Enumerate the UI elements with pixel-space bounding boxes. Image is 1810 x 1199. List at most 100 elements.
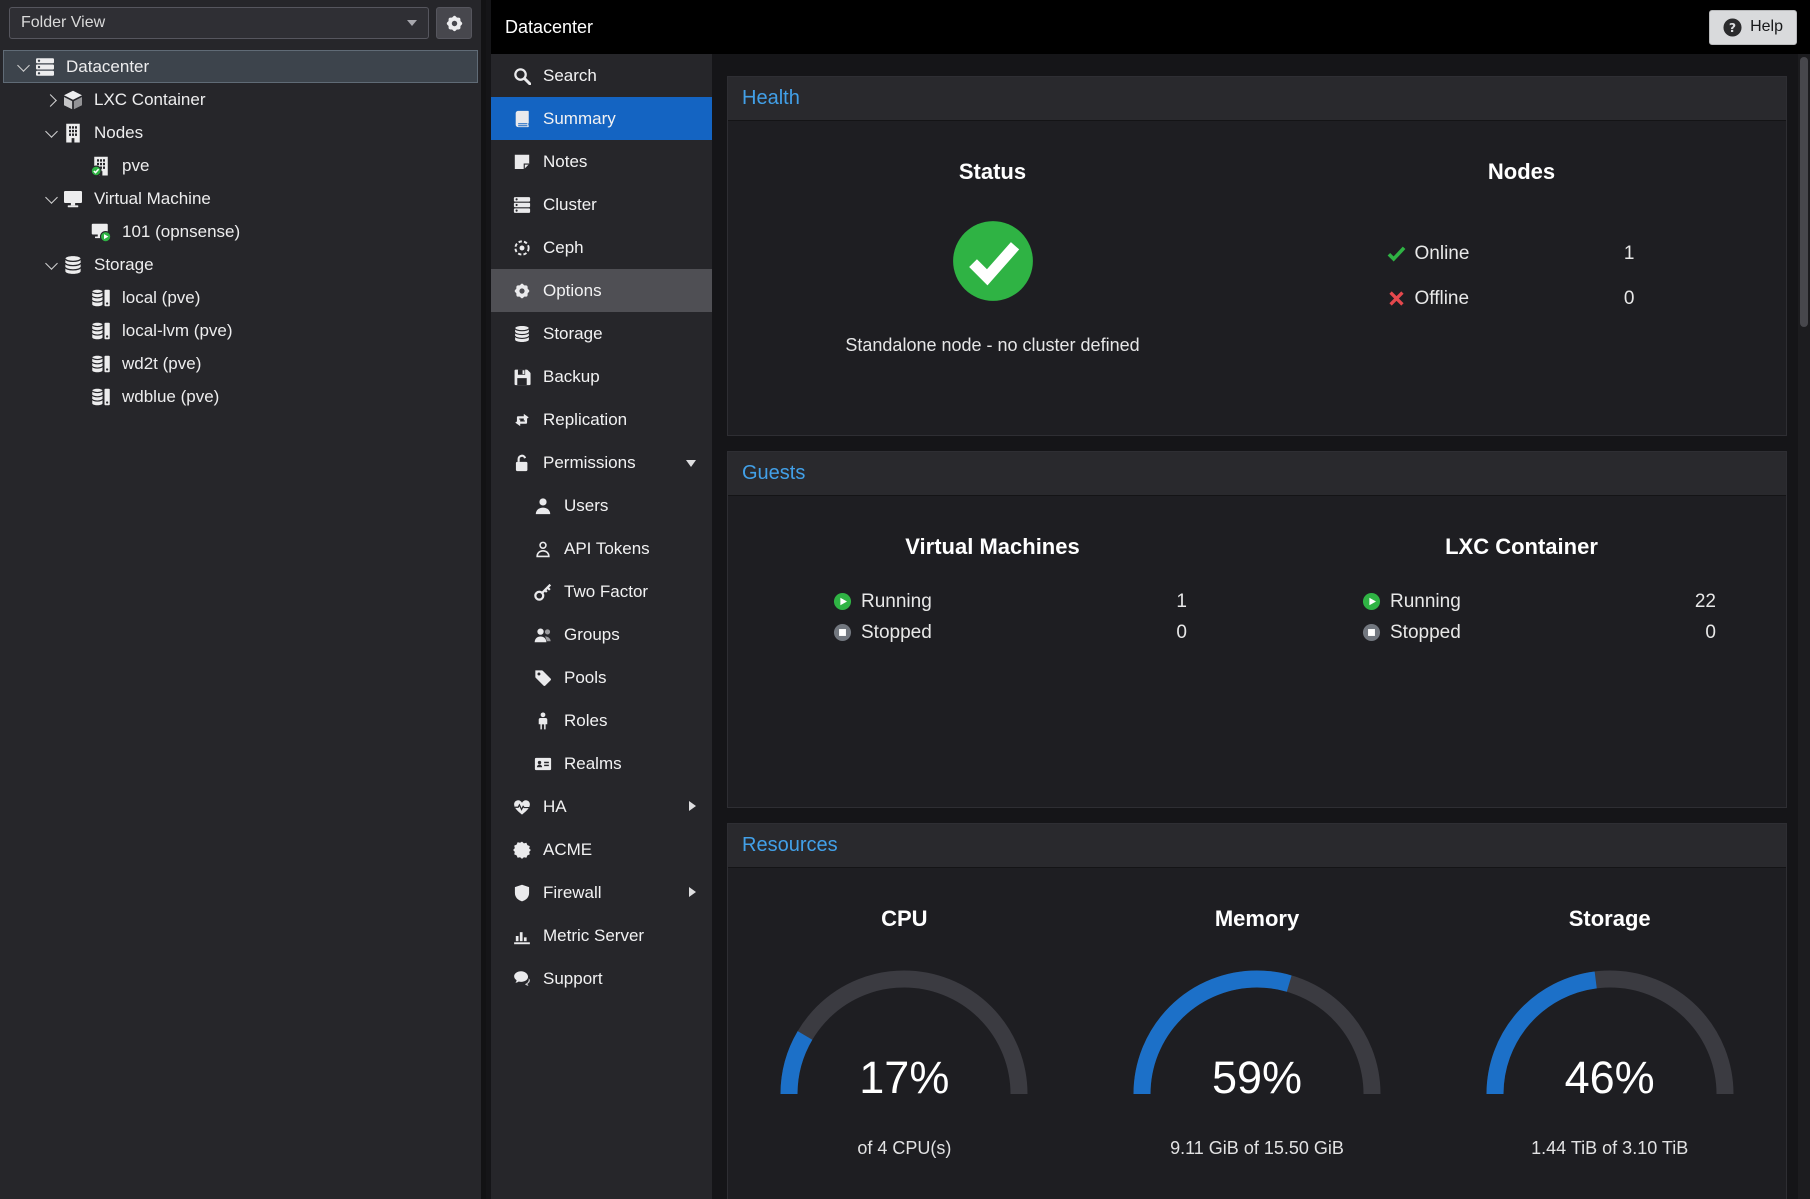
vm-stopped-row: Stopped 0	[833, 617, 1187, 648]
resource-tree-panel: Folder View Datacenter LXC Container Nod…	[0, 0, 486, 1199]
menu-item-label: Two Factor	[564, 582, 648, 602]
tree-item-label: Datacenter	[66, 57, 149, 77]
comments-icon	[513, 970, 531, 988]
vm-running-row: Running 1	[833, 586, 1187, 617]
expander-expanded-icon[interactable]	[15, 58, 33, 76]
menu-item-label: Storage	[543, 324, 603, 344]
expander-spacer	[71, 157, 89, 175]
play-circle-icon	[833, 592, 852, 611]
menu-item-storage[interactable]: Storage	[491, 312, 712, 355]
tree-item-storage[interactable]: Storage	[3, 248, 478, 281]
menu-item-roles[interactable]: Roles	[491, 699, 712, 742]
tree-item-pve[interactable]: pve	[3, 149, 478, 182]
cpu-resource-column: CPU 17% of 4 CPU(s)	[728, 868, 1081, 1159]
tree-item-label: 101 (opnsense)	[122, 222, 240, 242]
menu-item-label: Users	[564, 496, 608, 516]
menu-item-realms[interactable]: Realms	[491, 742, 712, 785]
menu-item-notes[interactable]: Notes	[491, 140, 712, 183]
menu-item-options[interactable]: Options	[491, 269, 712, 312]
summary-content: Health Status Standalone node - no clust…	[712, 54, 1810, 1199]
menu-item-firewall[interactable]: Firewall	[491, 871, 712, 914]
help-button[interactable]: Help	[1709, 10, 1797, 45]
menu-item-label: Summary	[543, 109, 616, 129]
guests-panel-title: Guests	[728, 452, 1786, 496]
tree-item-local[interactable]: local (pve)	[3, 281, 478, 314]
storage-drive-icon	[91, 288, 111, 308]
menu-item-permissions[interactable]: Permissions	[491, 441, 712, 484]
tree-item-lxc-container[interactable]: LXC Container	[3, 83, 478, 116]
nodes-online-value: 1	[1624, 243, 1657, 265]
lxc-stopped-value: 0	[1705, 622, 1716, 644]
expander-expanded-icon[interactable]	[43, 124, 61, 142]
menu-item-users[interactable]: Users	[491, 484, 712, 527]
desktop-icon	[63, 189, 83, 209]
menu-item-backup[interactable]: Backup	[491, 355, 712, 398]
tree-item-label: pve	[122, 156, 149, 176]
datacenter-menu: Search Summary Notes Cluster Ceph Option…	[491, 54, 712, 1199]
menu-item-label: Ceph	[543, 238, 584, 258]
menu-item-search[interactable]: Search	[491, 54, 712, 97]
page-title: Datacenter	[505, 17, 593, 38]
view-mode-selector[interactable]: Folder View	[9, 7, 429, 39]
heartbeat-icon	[513, 798, 531, 816]
cpu-percent: 17%	[769, 1052, 1039, 1104]
tree-item-wdblue[interactable]: wdblue (pve)	[3, 380, 478, 413]
unlock-icon	[513, 454, 531, 472]
menu-item-label: Pools	[564, 668, 607, 688]
tree-toolbar: Folder View	[0, 0, 481, 46]
expander-expanded-icon[interactable]	[43, 190, 61, 208]
tree-item-nodes[interactable]: Nodes	[3, 116, 478, 149]
storage-resource-column: Storage 46% 1.44 TiB of 3.10 TiB	[1433, 868, 1786, 1159]
tree-item-101-opnsense[interactable]: 101 (opnsense)	[3, 215, 478, 248]
stop-circle-icon	[833, 623, 852, 642]
health-status-column: Status Standalone node - no cluster defi…	[728, 121, 1257, 356]
virtual-machines-heading: Virtual Machines	[905, 534, 1079, 560]
lxc-running-value: 22	[1695, 591, 1716, 613]
menu-item-summary[interactable]: Summary	[491, 97, 712, 140]
menu-item-groups[interactable]: Groups	[491, 613, 712, 656]
menu-item-label: Roles	[564, 711, 607, 731]
menu-item-ha[interactable]: HA	[491, 785, 712, 828]
menu-item-label: HA	[543, 797, 567, 817]
menu-item-pools[interactable]: Pools	[491, 656, 712, 699]
question-circle-icon	[1723, 18, 1742, 37]
memory-percent: 59%	[1122, 1052, 1392, 1104]
expander-collapsed-icon[interactable]	[43, 91, 61, 109]
status-heading: Status	[959, 159, 1026, 185]
lxc-container-heading: LXC Container	[1445, 534, 1598, 560]
menu-item-support[interactable]: Support	[491, 957, 712, 1000]
health-panel: Health Status Standalone node - no clust…	[727, 76, 1787, 436]
menu-item-api-tokens[interactable]: API Tokens	[491, 527, 712, 570]
expander-spacer	[71, 223, 89, 241]
cube-icon	[63, 90, 83, 110]
menu-item-cluster[interactable]: Cluster	[491, 183, 712, 226]
menu-item-acme[interactable]: ACME	[491, 828, 712, 871]
menu-item-label: Search	[543, 66, 597, 86]
virtual-machines-column: Virtual Machines Running 1 Stopped	[728, 496, 1257, 648]
scrollbar-track[interactable]	[1798, 54, 1810, 1199]
tree-item-datacenter[interactable]: Datacenter	[3, 50, 478, 83]
menu-item-label: Support	[543, 969, 603, 989]
menu-item-label: Metric Server	[543, 926, 644, 946]
replication-icon	[513, 411, 531, 429]
tree-settings-button[interactable]	[436, 7, 472, 39]
expander-spacer	[71, 322, 89, 340]
resource-tree: Datacenter LXC Container Nodes pve Virtu…	[0, 46, 481, 413]
menu-item-ceph[interactable]: Ceph	[491, 226, 712, 269]
lxc-running-label: Running	[1390, 591, 1461, 613]
stop-circle-icon	[1362, 623, 1381, 642]
menu-item-two-factor[interactable]: Two Factor	[491, 570, 712, 613]
tree-item-virtual-machine[interactable]: Virtual Machine	[3, 182, 478, 215]
view-mode-value: Folder View	[21, 14, 105, 32]
expander-expanded-icon[interactable]	[43, 256, 61, 274]
tree-item-local-lvm[interactable]: local-lvm (pve)	[3, 314, 478, 347]
tree-item-wd2t[interactable]: wd2t (pve)	[3, 347, 478, 380]
lxc-stopped-label: Stopped	[1390, 622, 1461, 644]
vm-stopped-label: Stopped	[861, 622, 932, 644]
menu-item-replication[interactable]: Replication	[491, 398, 712, 441]
vm-stopped-value: 0	[1176, 622, 1187, 644]
menu-item-metric-server[interactable]: Metric Server	[491, 914, 712, 957]
topbar: Datacenter Help	[491, 0, 1810, 54]
memory-heading: Memory	[1215, 906, 1299, 932]
scrollbar-thumb[interactable]	[1800, 57, 1808, 327]
